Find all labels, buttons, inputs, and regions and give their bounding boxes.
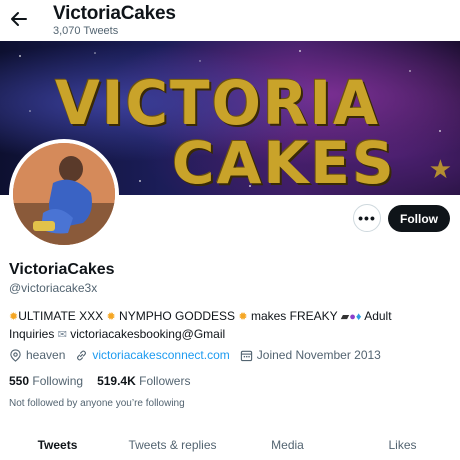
following-link[interactable]: 550 Following: [9, 374, 83, 388]
header-title: VictoriaCakes: [53, 3, 176, 24]
bio-text-1: ULTIMATE XXX: [18, 309, 104, 323]
envelope-icon: ✉: [57, 329, 67, 341]
tab-likes[interactable]: Likes: [345, 430, 460, 460]
profile-joined: Joined November 2013: [256, 348, 381, 362]
banner-logo-line2: CAKES: [172, 129, 396, 195]
bio-text-4: Adult: [364, 309, 392, 323]
follow-button[interactable]: Follow: [388, 205, 450, 232]
tweet-count: 3,070 Tweets: [53, 25, 119, 37]
not-followed-note: Not followed by anyone you’re following: [9, 398, 185, 409]
sparkle-icon: ✹: [106, 311, 116, 323]
bio-text-3: makes FREAKY: [250, 309, 338, 323]
banner-logo-line1: VICTORIA: [55, 67, 381, 139]
star-icon: ★: [428, 154, 452, 184]
tab-tweets[interactable]: Tweets: [0, 430, 115, 460]
followers-label: Followers: [139, 374, 191, 388]
devil-icon: ●: [349, 311, 356, 323]
more-button[interactable]: •••: [353, 204, 381, 232]
camera-icon: ▰: [340, 311, 350, 323]
profile-handle: @victoriacake3x: [9, 281, 98, 295]
profile-tabs: Tweets Tweets & replies Media Likes: [0, 430, 460, 460]
followers-link[interactable]: 519.4K Followers: [97, 374, 190, 388]
following-count: 550: [9, 374, 30, 388]
avatar-photo: [13, 143, 115, 245]
top-bar: VictoriaCakes 3,070 Tweets: [0, 0, 460, 42]
sparkle-icon: ✹: [238, 311, 248, 323]
droplets-icon: ♦: [355, 311, 362, 323]
bio-text-5: Inquiries: [9, 327, 55, 341]
tab-media[interactable]: Media: [230, 430, 345, 460]
sparkle-icon: ✹: [9, 311, 19, 323]
follow-stats: 550 Following 519.4K Followers: [9, 374, 204, 388]
profile-bio: ✹ULTIMATE XXX ✹ NYMPHO GODDESS ✹ makes F…: [9, 308, 449, 344]
arrow-left-icon[interactable]: [8, 8, 30, 30]
bio-text-2: NYMPHO GODDESS: [119, 309, 236, 323]
avatar[interactable]: [9, 139, 119, 249]
calendar-icon: [240, 350, 252, 361]
profile-website-link[interactable]: victoriacakesconnect.com: [92, 348, 229, 362]
bio-email: victoriacakesbooking@Gmail: [70, 327, 226, 341]
profile-location: heaven: [26, 348, 66, 362]
link-icon: [77, 350, 87, 360]
tab-tweets-replies[interactable]: Tweets & replies: [115, 430, 230, 460]
profile-meta: heaven victoriacakesconnect.com Joined N…: [9, 348, 391, 362]
location-pin-icon: [10, 348, 21, 362]
following-label: Following: [32, 374, 84, 388]
followers-count: 519.4K: [97, 374, 136, 388]
profile-name: VictoriaCakes: [9, 261, 115, 278]
